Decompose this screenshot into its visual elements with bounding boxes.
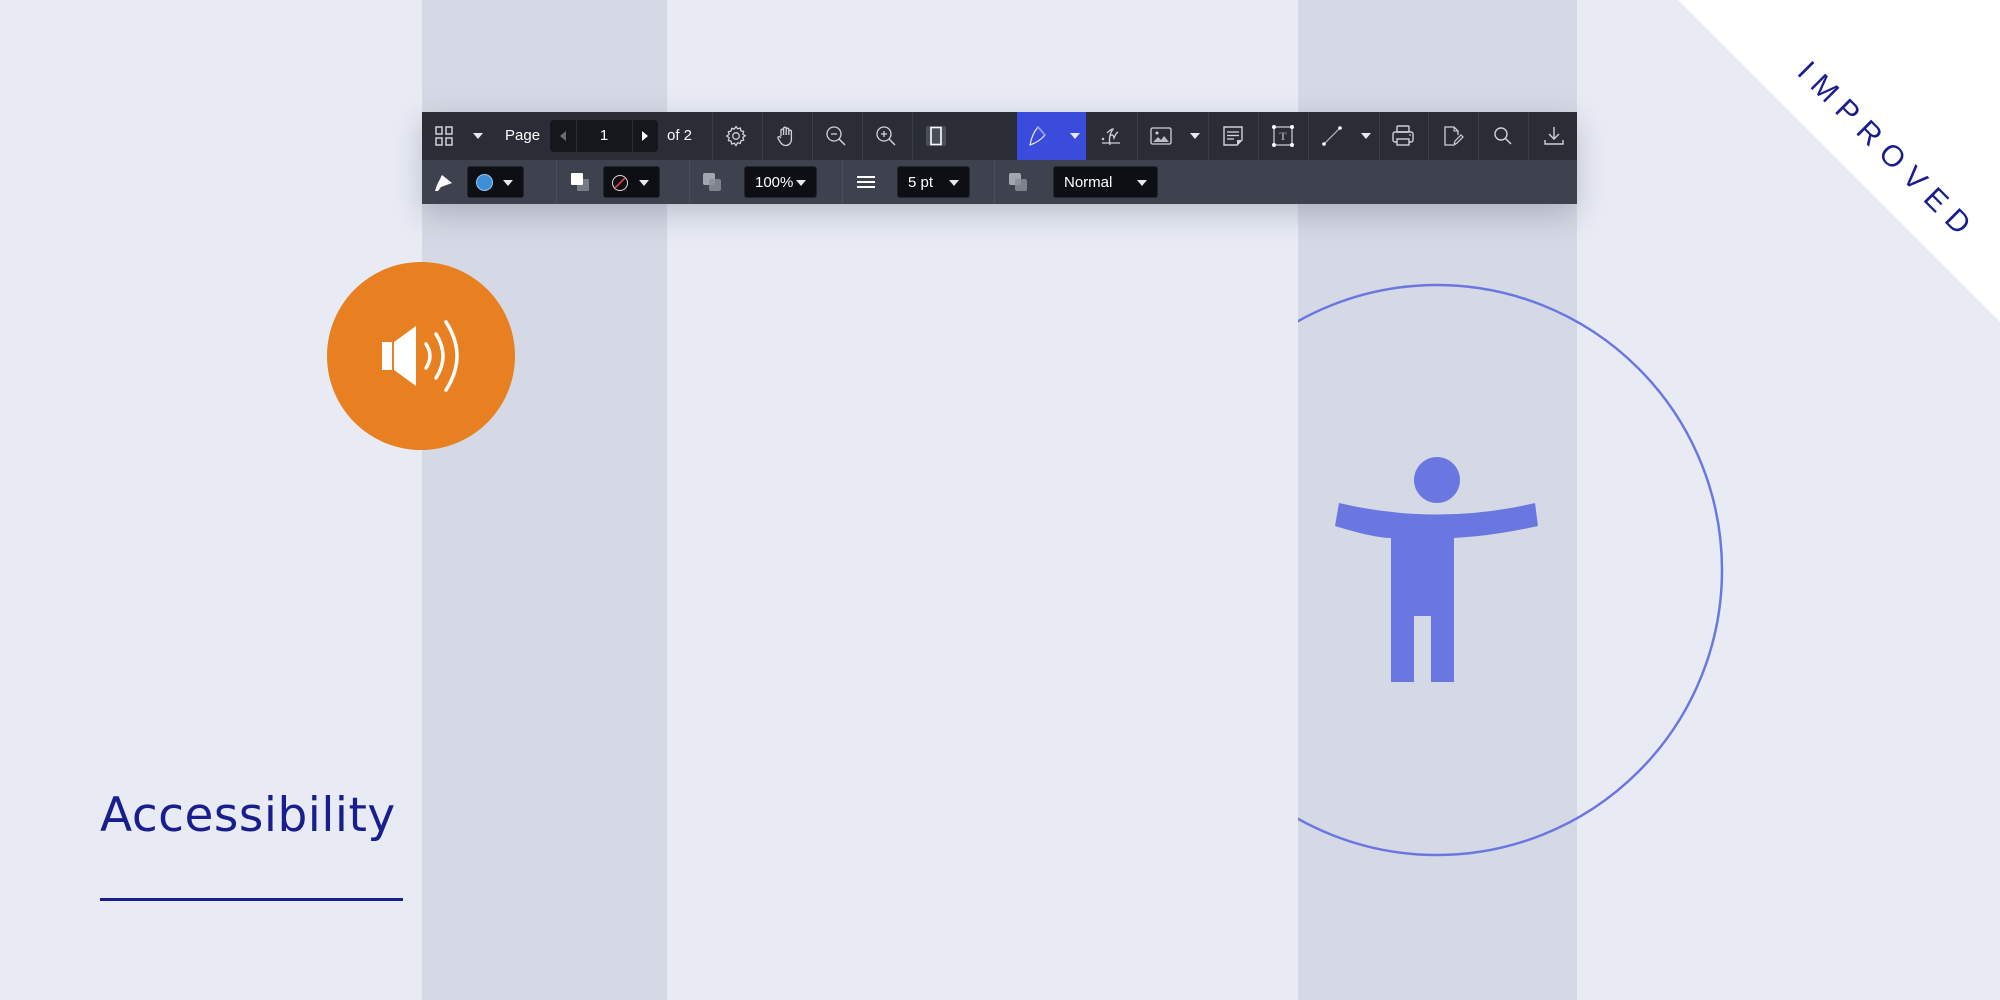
accessibility-figure-icon xyxy=(1335,457,1538,682)
chevron-down-icon xyxy=(1137,180,1147,186)
chevron-down-icon xyxy=(639,180,649,186)
stroke-color-dropdown[interactable] xyxy=(603,166,660,198)
divider xyxy=(689,160,690,204)
fill-color-dropdown[interactable] xyxy=(467,166,524,198)
toolbar-main-row: Page 1 of 2 T xyxy=(422,112,1577,160)
divider xyxy=(1428,112,1429,160)
grid-icon xyxy=(435,126,453,146)
edit-file-button[interactable] xyxy=(1439,122,1467,150)
chevron-down-icon xyxy=(949,180,959,186)
note-button[interactable] xyxy=(1219,122,1247,150)
pdf-toolbar: Page 1 of 2 T 100% 5 pt Normal xyxy=(422,112,1577,204)
fill-color-swatch xyxy=(476,174,493,191)
divider xyxy=(632,120,633,152)
line-dropdown-caret[interactable] xyxy=(1361,133,1371,139)
divider xyxy=(1137,112,1138,160)
pan-button[interactable] xyxy=(772,122,800,150)
single-page-icon xyxy=(926,126,946,146)
line-button[interactable] xyxy=(1318,122,1346,150)
thumbnails-button[interactable] xyxy=(430,122,458,150)
divider xyxy=(842,160,843,204)
freehand-dropdown-caret[interactable] xyxy=(1070,133,1080,139)
page-number-input[interactable]: 1 xyxy=(576,127,632,144)
divider xyxy=(556,160,557,204)
previous-page-button[interactable] xyxy=(560,131,566,141)
toolbar-properties-row: 100% 5 pt Normal xyxy=(422,160,1577,204)
opacity-dropdown[interactable]: 100% xyxy=(744,166,817,198)
blend-mode-icon xyxy=(1009,173,1027,191)
divider xyxy=(912,112,913,160)
opacity-icon xyxy=(703,173,721,191)
printer-icon xyxy=(1392,125,1414,146)
blend-mode-value: Normal xyxy=(1064,174,1113,191)
divider xyxy=(1379,112,1380,160)
signature-icon xyxy=(1101,128,1120,146)
zoom-out-button[interactable] xyxy=(822,122,850,150)
settings-button[interactable] xyxy=(722,122,750,150)
gear-icon xyxy=(725,125,747,147)
text-box-icon: T xyxy=(1272,125,1294,147)
page-total: of 2 xyxy=(667,127,693,144)
divider xyxy=(1308,112,1309,160)
fill-color-icon xyxy=(435,175,452,191)
freehand-tool-button[interactable] xyxy=(1017,112,1086,160)
blend-mode-dropdown[interactable]: Normal xyxy=(1053,166,1158,198)
hand-icon xyxy=(777,126,793,147)
divider xyxy=(1478,112,1479,160)
signature-button[interactable] xyxy=(1097,122,1125,150)
next-page-button[interactable] xyxy=(642,131,648,141)
divider xyxy=(712,112,713,160)
zoom-in-icon xyxy=(876,126,896,146)
image-icon xyxy=(1150,127,1172,145)
no-color-icon xyxy=(612,175,628,191)
chevron-down-icon xyxy=(796,180,806,186)
title-underline xyxy=(100,898,403,901)
image-dropdown-caret[interactable] xyxy=(1190,133,1200,139)
page-layout-button[interactable] xyxy=(922,122,950,150)
stroke-width-dropdown[interactable]: 5 pt xyxy=(897,166,970,198)
divider xyxy=(1258,112,1259,160)
page-navigator: 1 xyxy=(550,120,658,152)
opacity-value: 100% xyxy=(755,174,794,191)
stroke-width-value: 5 pt xyxy=(908,174,934,191)
search-icon xyxy=(1494,127,1512,145)
print-button[interactable] xyxy=(1389,122,1417,150)
page-label: Page xyxy=(505,127,541,144)
audio-badge xyxy=(327,262,515,450)
speaker-icon xyxy=(382,320,459,392)
image-button[interactable] xyxy=(1147,122,1175,150)
line-icon xyxy=(1322,126,1342,146)
stroke-color-icon xyxy=(571,173,589,191)
divider xyxy=(762,112,763,160)
stroke-width-icon xyxy=(857,176,875,188)
chevron-down-icon xyxy=(503,180,513,186)
divider xyxy=(862,112,863,160)
zoom-in-button[interactable] xyxy=(872,122,900,150)
file-edit-icon xyxy=(1444,126,1464,147)
divider xyxy=(1528,112,1529,160)
page-title: Accessibility xyxy=(100,788,396,843)
svg-text:T: T xyxy=(1279,132,1287,143)
text-box-button[interactable]: T xyxy=(1269,122,1297,150)
search-button[interactable] xyxy=(1489,122,1517,150)
download-icon xyxy=(1544,127,1564,145)
download-button[interactable] xyxy=(1540,122,1568,150)
divider xyxy=(812,112,813,160)
note-icon xyxy=(1223,126,1243,146)
pen-icon xyxy=(1029,126,1046,146)
divider xyxy=(1208,112,1209,160)
divider xyxy=(994,160,995,204)
zoom-out-icon xyxy=(826,126,846,146)
thumbnails-dropdown-caret[interactable] xyxy=(473,133,483,139)
